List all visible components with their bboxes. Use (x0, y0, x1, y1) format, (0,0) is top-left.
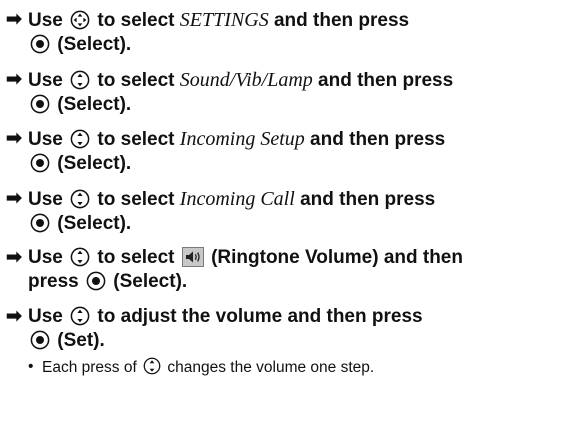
step-5: ➡ Use to select (Ringtone Volume) and th… (6, 247, 463, 292)
arrow-bullet: ➡ (6, 305, 22, 327)
menu-term: Incoming Setup (179, 128, 305, 150)
ringtone-volume-icon (181, 247, 204, 267)
center-select-key-icon (30, 94, 50, 113)
up-down-nav-key-icon (70, 129, 90, 149)
up-down-nav-key-icon (70, 247, 90, 267)
up-down-nav-key-icon (70, 189, 90, 208)
bullet-dot: • (28, 358, 34, 375)
menu-term: SETTINGS (179, 9, 269, 31)
multi-nav-key-icon (70, 10, 90, 30)
menu-term: Sound/Vib/Lamp (179, 68, 313, 91)
step-1: ➡ Use to select SETTINGS and then press … (6, 9, 410, 55)
center-select-key-icon (30, 34, 50, 54)
step-3: ➡ Use to select Incoming Setup and then … (6, 128, 446, 174)
up-down-nav-key-icon (70, 306, 90, 325)
up-down-nav-key-icon (143, 357, 161, 375)
center-select-key-icon (30, 330, 50, 349)
arrow-bullet: ➡ (6, 9, 22, 30)
arrow-bullet: ➡ (6, 187, 22, 209)
center-select-key-icon (30, 153, 50, 173)
step-2: ➡ Use to select Sound/Vib/Lamp and then … (6, 68, 454, 115)
step-4: ➡ Use to select Incoming Call and then p… (6, 187, 436, 234)
center-select-key-icon (86, 271, 106, 291)
note-bullet: • Each press of changes the volume one s… (28, 357, 375, 376)
step-6: ➡ Use to adjust the volume and then pres… (6, 305, 423, 351)
arrow-bullet: ➡ (6, 128, 22, 149)
instruction-list: ➡ Use to select SETTINGS and then press … (0, 0, 587, 378)
menu-term: Incoming Call (179, 187, 295, 210)
arrow-bullet: ➡ (6, 247, 22, 268)
arrow-bullet: ➡ (6, 68, 22, 90)
up-down-nav-key-icon (70, 70, 90, 89)
center-select-key-icon (30, 213, 50, 232)
